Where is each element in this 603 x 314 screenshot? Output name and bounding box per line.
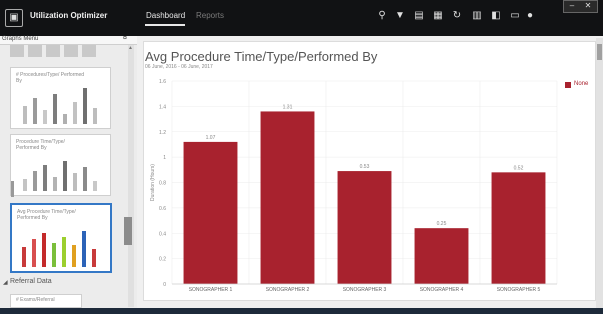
taskbar (0, 308, 603, 314)
y-tick-label: 0.6 (159, 206, 166, 212)
bar (337, 171, 392, 284)
main-scrollbar-thumb[interactable] (597, 44, 602, 60)
bar (491, 172, 546, 284)
x-tick-label: SONOGRAPHER 3 (343, 287, 387, 293)
y-axis-label: Duration (Hours) (150, 164, 156, 201)
data-label: 0.25 (437, 221, 447, 227)
data-label: 0.53 (360, 164, 370, 170)
main-scrollbar[interactable] (596, 38, 603, 308)
y-tick-label: 0.2 (159, 257, 166, 263)
y-tick-label: 0 (163, 282, 166, 288)
x-tick-label: SONOGRAPHER 5 (497, 287, 541, 293)
y-tick-label: 0.8 (159, 181, 166, 187)
x-tick-label: SONOGRAPHER 4 (420, 287, 464, 293)
y-tick-label: 1.4 (159, 104, 166, 110)
y-tick-label: 1 (163, 155, 166, 161)
x-tick-label: SONOGRAPHER 2 (266, 287, 310, 293)
bar (414, 228, 469, 284)
y-tick-label: 1.2 (159, 130, 166, 136)
y-tick-label: 0.4 (159, 231, 166, 237)
data-label: 1.07 (206, 135, 216, 141)
bar-chart: 0 0.2 0.4 0.6 0.8 1 1.2 1.4 1.6 Duration (Hours) 1… (150, 79, 558, 293)
y-tick-label: 1.6 (159, 79, 166, 85)
data-label: 0.52 (514, 165, 524, 171)
x-tick-label: SONOGRAPHER 1 (189, 287, 233, 293)
data-label: 1.31 (283, 104, 293, 110)
bar (183, 141, 238, 284)
bar (260, 111, 315, 284)
